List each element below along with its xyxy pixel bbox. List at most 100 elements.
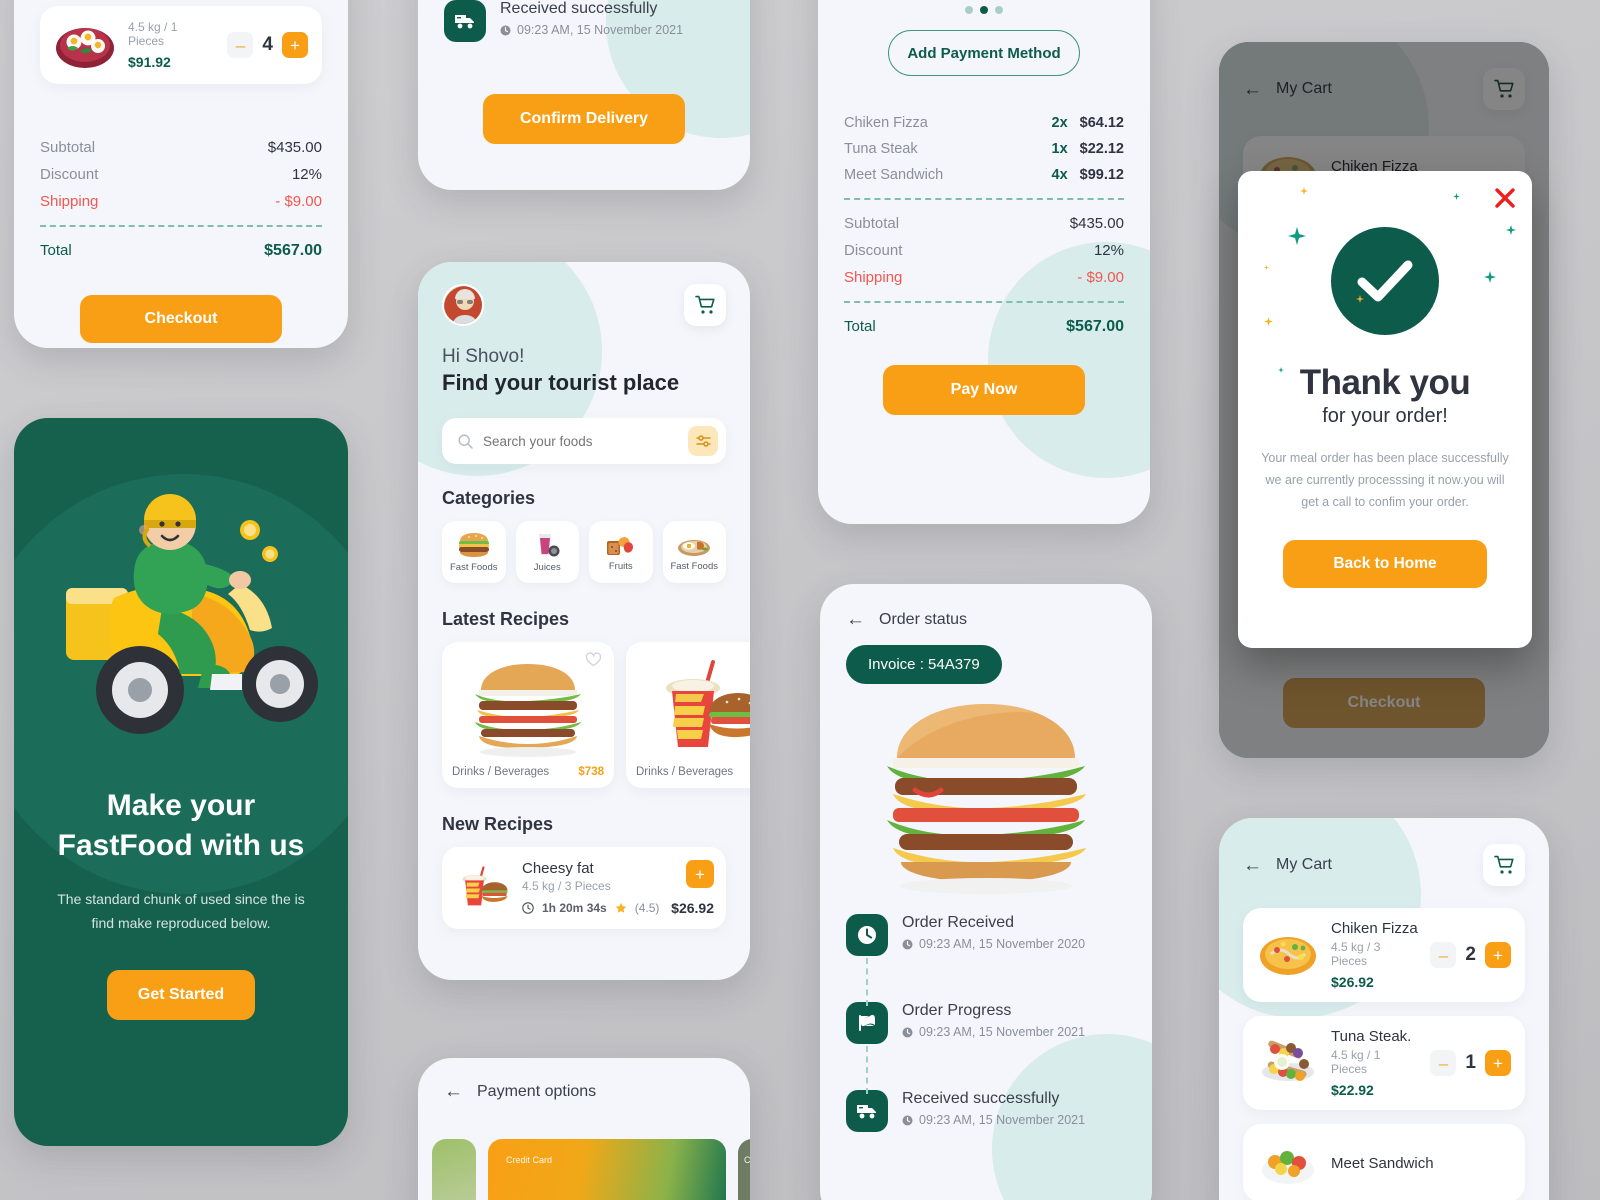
decrease-quantity-button[interactable]: –	[1430, 1050, 1457, 1076]
carousel-dot[interactable]	[965, 6, 973, 14]
payment-options-panel: ← Payment options Credit Card C	[418, 1058, 750, 1200]
increase-quantity-button[interactable]: +	[1485, 942, 1511, 968]
search-bar[interactable]	[442, 418, 726, 464]
category-item-fast-foods[interactable]: Fast Foods	[442, 521, 506, 583]
greeting: Hi Shovo!	[442, 346, 525, 367]
divider	[40, 225, 322, 227]
payment-item-name: Meet Sandwich	[844, 167, 944, 183]
summary-value: 12%	[1093, 242, 1124, 259]
category-item-fruits[interactable]: Fruits	[589, 521, 653, 583]
cart-button[interactable]	[1483, 68, 1525, 110]
cart-item-price: $91.92	[128, 54, 171, 70]
add-to-cart-button[interactable]: +	[686, 860, 714, 888]
cart-panel: ← My Cart Chiken Fizza 4.5 kg / 3 Pieces…	[1219, 818, 1549, 1200]
favorite-heart-icon[interactable]	[585, 652, 602, 667]
divider	[844, 301, 1124, 303]
cart-line-item[interactable]: 4.5 kg / 1 Pieces $91.92 – 4 +	[40, 6, 322, 84]
quantity-stepper[interactable]: – 4 +	[227, 32, 308, 58]
summary-row-subtotal: Subtotal $435.00	[844, 210, 1124, 237]
confirm-delivery-button[interactable]: Confirm Delivery	[483, 94, 685, 144]
invoice-badge: Invoice : 54A379	[846, 645, 1002, 684]
modal-subtitle: for your order!	[1322, 405, 1448, 427]
payment-item-price: $99.12	[1079, 167, 1124, 183]
summary-label: Discount	[40, 166, 99, 183]
timeline-step-title: Order Progress	[902, 1002, 1012, 1019]
new-recipe-name: Cheesy fat	[522, 860, 594, 877]
timeline-time-text: 09:23 AM, 15 November 2021	[919, 1025, 1086, 1039]
recipe-card[interactable]: Drinks / Beverages $738	[442, 642, 614, 788]
timeline-step-received: Received successfully 09:23 AM, 15 Novem…	[846, 1090, 1126, 1132]
cart-button[interactable]	[1483, 844, 1525, 886]
quantity-value: 1	[1465, 1052, 1476, 1073]
payment-card-prev[interactable]	[432, 1139, 476, 1200]
total-value: $567.00	[1066, 318, 1124, 335]
recipe-card[interactable]: Drinks / Beverages	[626, 642, 750, 788]
home-panel: Hi Shovo! Find your tourist place Catego…	[418, 262, 750, 980]
close-x-icon[interactable]	[1492, 185, 1518, 211]
pay-now-button[interactable]: Pay Now	[883, 365, 1085, 415]
summary-label: Subtotal	[40, 139, 96, 156]
avatar[interactable]	[442, 284, 484, 326]
new-recipes-title: New Recipes	[442, 814, 554, 834]
cart-button[interactable]	[684, 284, 726, 326]
checkout-summary-panel: 4.5 kg / 1 Pieces $91.92 – 4 + Subtotal …	[14, 0, 348, 348]
new-recipe-item[interactable]: Cheesy fat 4.5 kg / 3 Pieces + 1h 20m 34…	[442, 847, 726, 929]
back-to-home-button[interactable]: Back to Home	[1283, 539, 1487, 588]
cart-title: My Cart	[1276, 856, 1332, 873]
checkout-button-disabled[interactable]: Checkout	[1283, 678, 1485, 728]
promo-headline-line1: Make your	[106, 789, 256, 822]
payment-card-next[interactable]: C	[738, 1139, 750, 1200]
checkout-button[interactable]: Checkout	[80, 295, 282, 343]
filter-button[interactable]	[688, 426, 718, 456]
category-label: Fruits	[608, 561, 633, 572]
search-input[interactable]	[483, 433, 678, 449]
increase-quantity-button[interactable]: +	[282, 32, 308, 58]
back-arrow-icon[interactable]: ←	[846, 610, 865, 629]
summary-value: $435.00	[267, 139, 322, 156]
timeline-step-time: 09:23 AM, 15 November 2021	[902, 1113, 1085, 1127]
cart-line-item[interactable]: Tuna Steak. 4.5 kg / 1 Pieces $22.92 – 1…	[1243, 1016, 1525, 1110]
cart-header: ← My Cart	[1243, 80, 1332, 99]
summary-value: - $9.00	[275, 193, 322, 210]
back-arrow-icon[interactable]: ←	[444, 1082, 463, 1101]
filter-sliders-icon	[695, 434, 711, 447]
recipe-price: $738	[578, 766, 604, 778]
add-payment-method-button[interactable]: Add Payment Method	[888, 30, 1080, 76]
quantity-stepper[interactable]: – 1 +	[1430, 1050, 1511, 1076]
category-item-fast-foods-2[interactable]: Fast Foods	[662, 521, 726, 583]
summary-row-total: Total $567.00	[40, 237, 322, 265]
summary-value: $435.00	[1069, 215, 1124, 232]
payment-items: Chiken Fizza 2x $64.12 Tuna Steak 1x $22.1…	[818, 110, 1150, 341]
back-arrow-icon[interactable]: ←	[1243, 80, 1262, 99]
promo-body: The standard chunk of used since the is …	[57, 891, 305, 932]
timeline-step-title: Order Received	[902, 914, 1015, 931]
cart-item-sub: 4.5 kg / 3 Pieces	[1331, 940, 1381, 968]
increase-quantity-button[interactable]: +	[1485, 1050, 1511, 1076]
payment-item-row: Chiken Fizza 2x $64.12	[844, 110, 1124, 136]
timeline-step-order-progress: Order Progress 09:23 AM, 15 November 202…	[846, 1002, 1126, 1044]
payment-item-row: Tuna Steak 1x $22.12	[844, 136, 1124, 162]
get-started-button[interactable]: Get Started	[107, 969, 255, 1020]
fruits-icon	[606, 537, 633, 555]
back-arrow-icon[interactable]: ←	[1243, 856, 1262, 875]
clock-icon	[902, 939, 913, 949]
category-item-juices[interactable]: Juices	[515, 521, 579, 583]
summary-label: Discount	[844, 242, 903, 259]
cart-item-name: Meet Sandwich	[1331, 1154, 1434, 1172]
summary-row-discount: Discount 12%	[40, 161, 322, 188]
carousel-dot-active[interactable]	[980, 6, 988, 14]
quantity-stepper[interactable]: – 2 +	[1430, 942, 1511, 968]
payment-card-active[interactable]: Credit Card	[488, 1139, 726, 1200]
sparkle-icon	[1506, 225, 1516, 235]
carousel-dots[interactable]	[818, 6, 1150, 14]
cart-line-item[interactable]: Chiken Fizza 4.5 kg / 3 Pieces $26.92 – …	[1243, 908, 1525, 1002]
decrease-quantity-button[interactable]: –	[1430, 942, 1457, 968]
delivery-status-title: Received successfully	[500, 0, 658, 17]
thank-you-modal: Thank you for your order! Your meal orde…	[1238, 171, 1532, 648]
decrease-quantity-button[interactable]: –	[227, 32, 254, 58]
clock-icon	[846, 914, 888, 956]
carousel-dot[interactable]	[995, 6, 1003, 14]
cart-line-item[interactable]: Meet Sandwich	[1243, 1124, 1525, 1200]
summary-row-subtotal: Subtotal $435.00	[40, 134, 322, 161]
clock-icon	[522, 902, 534, 914]
